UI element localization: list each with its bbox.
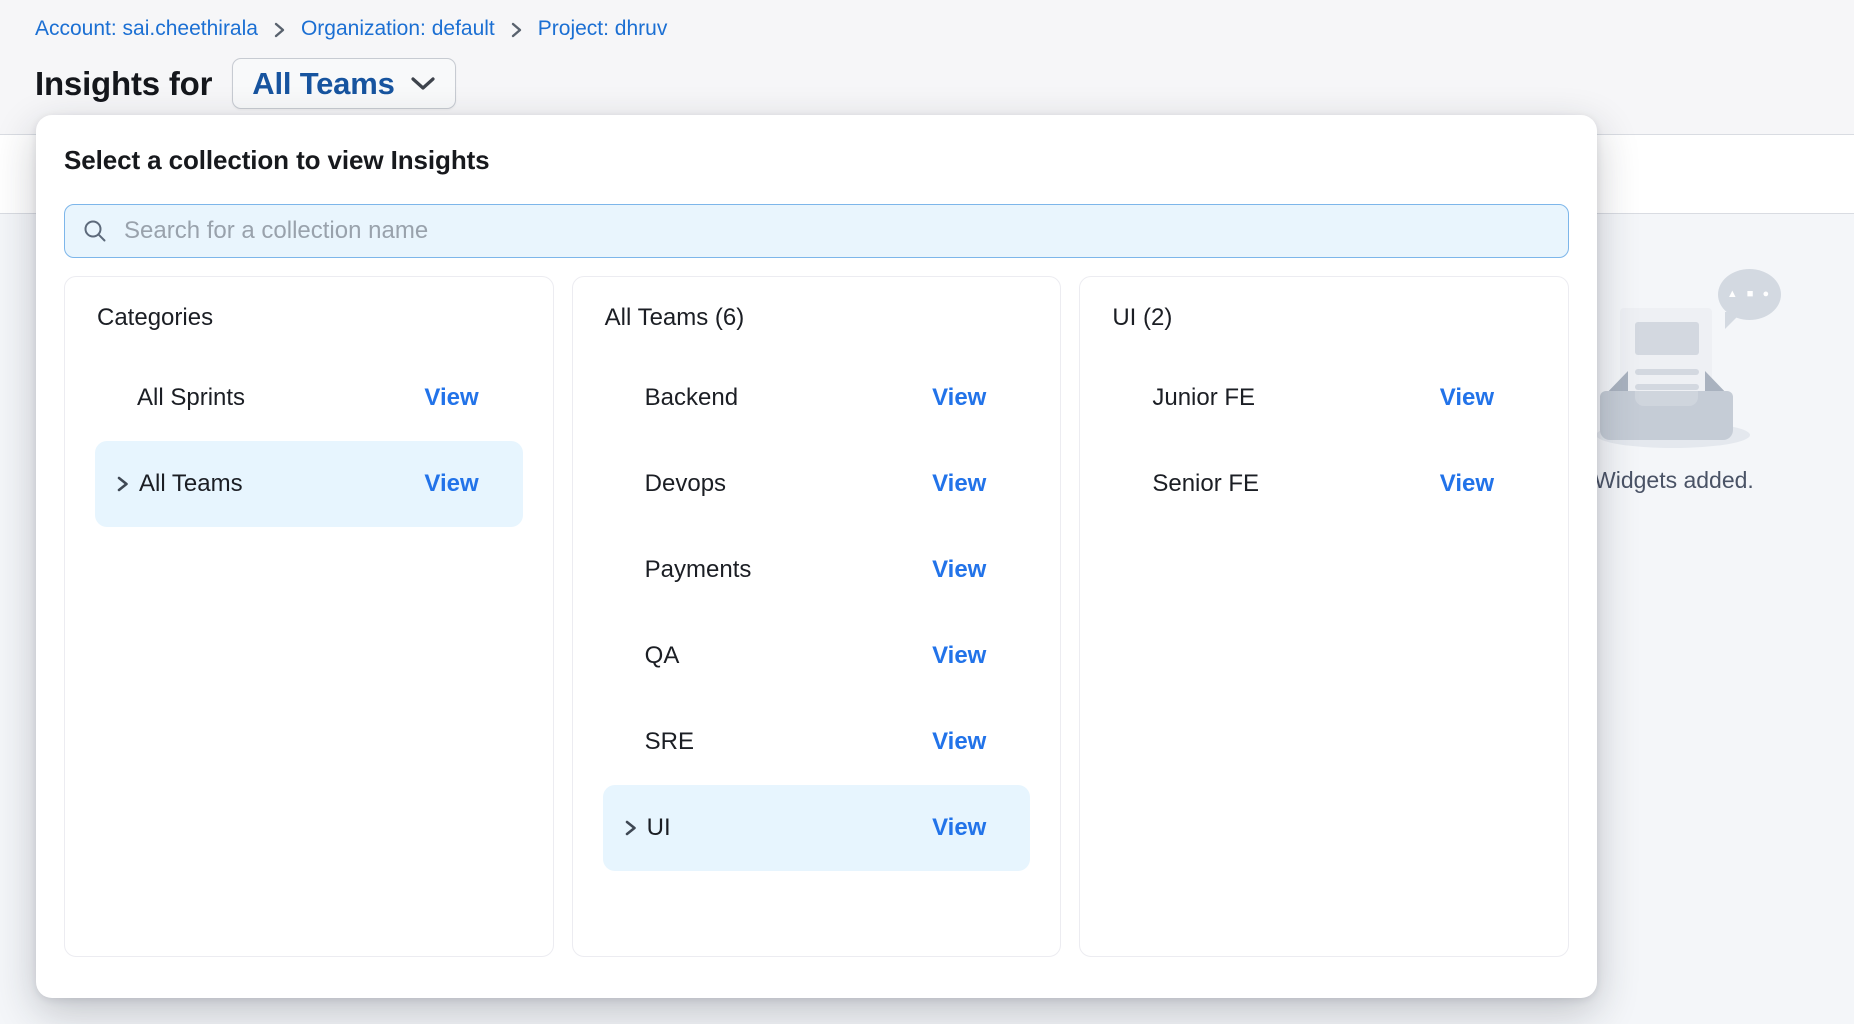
collection-name: All Sprints: [137, 384, 245, 412]
collection-row-junior-fe[interactable]: Junior FE View: [1110, 355, 1538, 441]
collection-name: Backend: [645, 384, 738, 412]
collection-row-all-sprints[interactable]: All Sprints View: [95, 355, 523, 441]
view-link[interactable]: View: [1440, 384, 1494, 412]
view-link[interactable]: View: [932, 642, 986, 670]
collection-row-senior-fe[interactable]: Senior FE View: [1110, 441, 1538, 527]
document-text-line: [1635, 369, 1699, 375]
breadcrumb-organization-link[interactable]: Organization: default: [301, 17, 495, 41]
page-title: Insights for: [35, 65, 212, 103]
chevron-right-icon: [115, 474, 130, 494]
view-link[interactable]: View: [1440, 470, 1494, 498]
collection-dropdown-label: All Teams: [252, 66, 394, 102]
collection-row-backend[interactable]: Backend View: [603, 355, 1031, 441]
collection-row-sre[interactable]: SRE View: [603, 699, 1031, 785]
empty-state-text: Widgets added.: [1594, 467, 1754, 494]
collection-row-payments[interactable]: Payments View: [603, 527, 1031, 613]
column-header: All Teams (6): [605, 303, 1031, 333]
document-image-placeholder: [1635, 322, 1699, 355]
collection-row-devops[interactable]: Devops View: [603, 441, 1031, 527]
collection-columns: Categories All Sprints View All Teams Vi…: [64, 276, 1569, 957]
collection-dropdown-button[interactable]: All Teams: [232, 58, 455, 109]
collection-picker-popover: Select a collection to view Insights Cat…: [36, 115, 1597, 998]
view-link[interactable]: View: [932, 728, 986, 756]
collection-row-all-teams[interactable]: All Teams View: [95, 441, 523, 527]
chevron-down-icon: [410, 75, 436, 92]
inbox-tray-icon: [1600, 391, 1733, 440]
collection-name: UI: [647, 814, 671, 842]
column-header: Categories: [97, 303, 523, 333]
collection-name: Senior FE: [1152, 470, 1259, 498]
view-link[interactable]: View: [424, 470, 478, 498]
collection-name: QA: [645, 642, 680, 670]
collection-name: SRE: [645, 728, 694, 756]
view-link[interactable]: View: [424, 384, 478, 412]
chevron-right-icon: [623, 818, 638, 838]
app-root: Account: sai.cheethirala Organization: d…: [0, 0, 1854, 1024]
view-link[interactable]: View: [932, 556, 986, 584]
view-link[interactable]: View: [932, 470, 986, 498]
collection-rows: Junior FE View Senior FE View: [1110, 355, 1538, 527]
document-text-line: [1635, 384, 1699, 390]
view-link[interactable]: View: [932, 814, 986, 842]
inbox-tray-notch: [1635, 391, 1698, 406]
column-ui: UI (2) Junior FE View Senior FE View: [1079, 276, 1569, 957]
breadcrumb-account-link[interactable]: Account: sai.cheethirala: [35, 17, 258, 41]
column-all-teams: All Teams (6) Backend View Devops View P…: [572, 276, 1062, 957]
page-title-row: Insights for All Teams: [35, 58, 456, 109]
search-input[interactable]: [122, 216, 1551, 246]
collection-name: Junior FE: [1152, 384, 1255, 412]
bubble-shapes: ▲ ■ ●: [1727, 289, 1772, 300]
collection-name: Payments: [645, 556, 752, 584]
column-header: UI (2): [1112, 303, 1538, 333]
speech-bubble-icon: ▲ ■ ●: [1718, 269, 1781, 320]
column-categories: Categories All Sprints View All Teams Vi…: [64, 276, 554, 957]
collection-rows: All Sprints View All Teams View: [95, 355, 523, 527]
collection-rows: Backend View Devops View Payments View Q…: [603, 355, 1031, 871]
collection-row-qa[interactable]: QA View: [603, 613, 1031, 699]
breadcrumb: Account: sai.cheethirala Organization: d…: [35, 17, 667, 41]
collection-row-ui[interactable]: UI View: [603, 785, 1031, 871]
search-box: [64, 204, 1569, 258]
view-link[interactable]: View: [932, 384, 986, 412]
chevron-right-icon: [510, 21, 523, 39]
popover-title: Select a collection to view Insights: [64, 145, 1569, 176]
search-icon: [82, 218, 108, 244]
breadcrumb-project-link[interactable]: Project: dhruv: [538, 17, 668, 41]
collection-name: Devops: [645, 470, 726, 498]
chevron-right-icon: [273, 21, 286, 39]
collection-name: All Teams: [139, 470, 243, 498]
